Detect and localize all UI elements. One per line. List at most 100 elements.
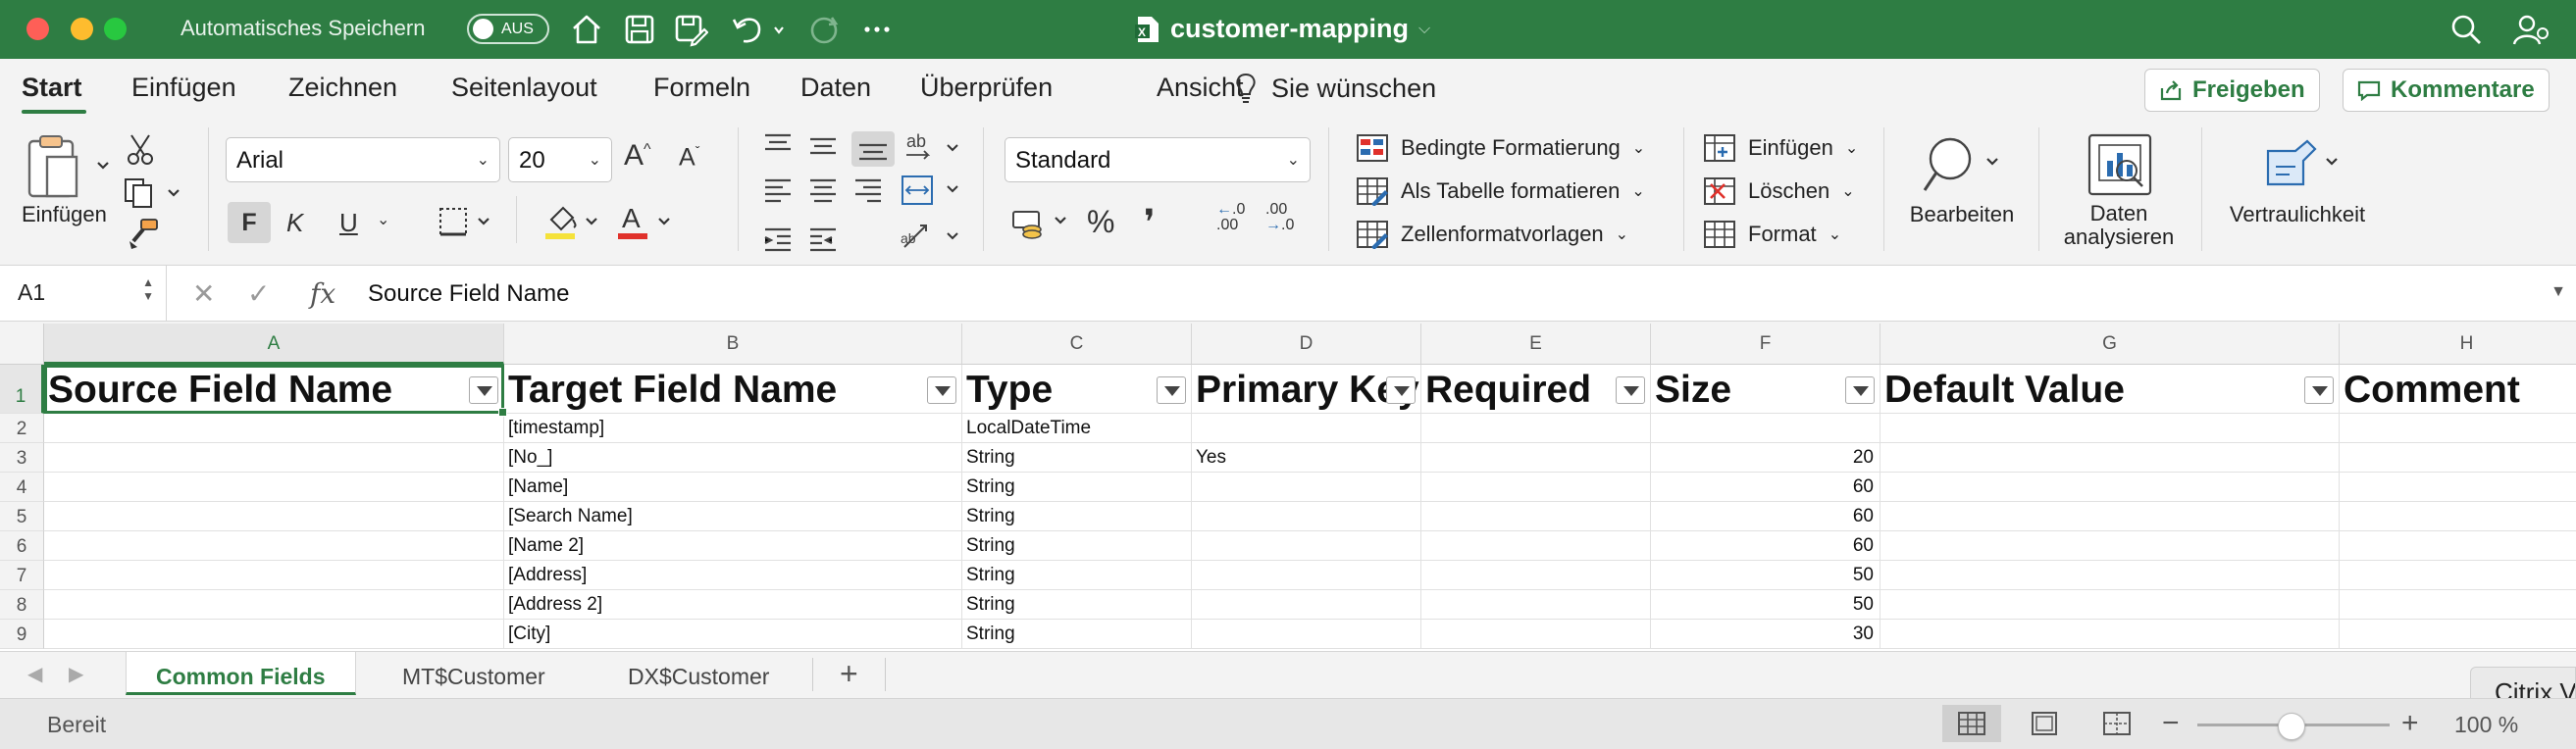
paste-button[interactable] [24,135,112,209]
tell-me-search[interactable]: Sie wünschen [1234,73,1436,104]
header-cell-g1[interactable]: Default Value [1880,365,2340,414]
row-header-3[interactable]: 3 [0,443,44,473]
format-painter-icon[interactable] [126,218,159,254]
cut-icon[interactable] [126,131,155,172]
cell-b6[interactable]: [Name 2] [504,531,962,561]
sheet-tab-mt-customer[interactable]: MT$Customer [402,652,545,695]
font-color-icon[interactable]: A [616,202,677,246]
cell-a2[interactable] [44,414,504,443]
format-as-table-button[interactable]: Als Tabelle formatieren ⌄ [1356,176,1645,206]
cell-d6[interactable] [1192,531,1421,561]
zoom-out-button[interactable]: − [2162,707,2180,740]
row-header-9[interactable]: 9 [0,620,44,649]
cell-g5[interactable] [1880,502,2340,531]
cell-g8[interactable] [1880,590,2340,620]
expand-formula-bar-icon[interactable]: ▼ [2550,283,2566,301]
save-as-icon[interactable] [673,12,708,47]
cell-g9[interactable] [1880,620,2340,649]
cell-a5[interactable] [44,502,504,531]
filter-dropdown-icon[interactable] [1845,376,1875,404]
cell-d3[interactable]: Yes [1192,443,1421,473]
percent-style-button[interactable]: % [1087,204,1114,240]
cell-b3[interactable]: [No_] [504,443,962,473]
font-size-select[interactable]: 20 ⌄ [508,137,612,182]
cell-h9[interactable] [2340,620,2576,649]
row-header-8[interactable]: 8 [0,590,44,620]
copy-icon[interactable] [122,176,182,213]
tab-formeln[interactable]: Formeln [653,73,750,103]
row-header-7[interactable]: 7 [0,561,44,590]
column-header-d[interactable]: D [1192,324,1421,365]
cell-d8[interactable] [1192,590,1421,620]
cell-c2[interactable]: LocalDateTime [962,414,1192,443]
document-title[interactable]: X customer-mapping ⌵ [1135,14,1430,44]
cell-c5[interactable]: String [962,502,1192,531]
cell-c4[interactable]: String [962,473,1192,502]
sensitivity-icon[interactable] [2260,133,2341,203]
filter-dropdown-icon[interactable] [927,376,956,404]
cell-h4[interactable] [2340,473,2576,502]
tab-zeichnen[interactable]: Zeichnen [288,73,397,103]
fill-color-icon[interactable] [543,202,604,246]
row-header-2[interactable]: 2 [0,414,44,443]
cell-h2[interactable] [2340,414,2576,443]
accounting-format-icon[interactable] [1010,206,1075,246]
conditional-formatting-button[interactable]: Bedingte Formatierung ⌄ [1356,133,1645,163]
format-cells-button[interactable]: Format ⌄ [1703,220,1841,249]
search-icon[interactable] [2448,12,2484,47]
cell-b4[interactable]: [Name] [504,473,962,502]
home-icon[interactable] [569,12,604,47]
name-box[interactable]: A1 ▲ ▼ [0,266,167,321]
cell-g4[interactable] [1880,473,2340,502]
underline-button[interactable]: U [339,208,358,238]
column-header-f[interactable]: F [1651,324,1880,365]
minimize-window-button[interactable] [71,18,93,40]
cell-d2[interactable] [1192,414,1421,443]
cell-e2[interactable] [1421,414,1651,443]
delete-cells-button[interactable]: Löschen ⌄ [1703,176,1855,206]
cell-e7[interactable] [1421,561,1651,590]
cell-f7[interactable]: 50 [1651,561,1880,590]
tab-einfuegen[interactable]: Einfügen [131,73,236,103]
bold-button[interactable]: F [228,202,271,243]
row-header-1[interactable]: 1 [0,365,44,414]
header-cell-b1[interactable]: Target Field Name [504,365,962,414]
more-icon[interactable] [859,12,895,47]
cell-h3[interactable] [2340,443,2576,473]
add-sheet-button[interactable]: + [840,656,858,692]
column-header-c[interactable]: C [962,324,1192,365]
increase-decimal-button[interactable]: ←.0.00 [1216,202,1256,233]
cell-b9[interactable]: [City] [504,620,962,649]
cell-d4[interactable] [1192,473,1421,502]
filter-dropdown-icon[interactable] [1616,376,1645,404]
column-header-h[interactable]: H [2340,324,2576,365]
cell-e6[interactable] [1421,531,1651,561]
increase-font-size-icon[interactable]: A^ [624,139,651,173]
spreadsheet-grid[interactable]: A B C D E F G H 1 2 3 4 5 6 7 8 9 Source Field Name Target… [0,324,2576,651]
cell-g6[interactable] [1880,531,2340,561]
sheet-tab-common-fields[interactable]: Common Fields [126,652,356,695]
cell-e9[interactable] [1421,620,1651,649]
italic-button[interactable]: K [286,208,303,238]
fill-handle[interactable] [498,408,507,417]
cell-h6[interactable] [2340,531,2576,561]
close-window-button[interactable] [26,18,49,40]
tab-ansicht[interactable]: Ansicht [1157,73,1244,103]
cell-h7[interactable] [2340,561,2576,590]
zoom-level[interactable]: 100 % [2454,712,2518,738]
cell-a7[interactable] [44,561,504,590]
filter-dropdown-icon[interactable] [2304,376,2334,404]
cancel-entry-icon[interactable]: ✕ [192,277,215,310]
row-header-5[interactable]: 5 [0,502,44,531]
analyze-data-icon[interactable] [2087,133,2152,203]
find-icon[interactable] [1921,133,2001,203]
cell-a6[interactable] [44,531,504,561]
borders-icon[interactable] [438,206,496,242]
number-format-select[interactable]: Standard ⌄ [1005,137,1311,182]
normal-view-icon[interactable] [1942,705,2001,742]
insert-function-icon[interactable]: fx [310,277,335,310]
account-icon[interactable] [2511,12,2550,47]
cell-c3[interactable]: String [962,443,1192,473]
cell-b7[interactable]: [Address] [504,561,962,590]
sheet-tab-dx-customer[interactable]: DX$Customer [628,652,769,695]
